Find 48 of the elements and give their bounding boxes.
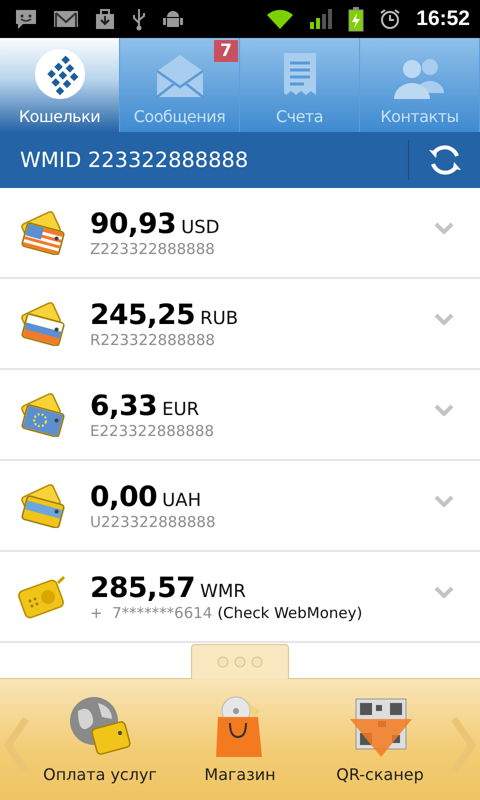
chevron-down-icon[interactable] bbox=[434, 222, 454, 234]
purse-number: R223322888888 bbox=[90, 331, 215, 349]
service-item[interactable]: QR-сканер bbox=[310, 694, 450, 785]
chevron-down-icon[interactable] bbox=[434, 494, 454, 506]
balance-amount: 90,93 bbox=[90, 207, 176, 240]
usb-icon bbox=[131, 7, 147, 31]
mail-icon bbox=[53, 9, 79, 29]
purse-number: Z223322888888 bbox=[90, 240, 215, 258]
alarm-icon bbox=[379, 8, 402, 30]
unread-count-badge: 7 bbox=[214, 40, 238, 62]
globe-logo-icon bbox=[32, 47, 86, 101]
chat-icon bbox=[14, 8, 38, 30]
wmid-label: WMID 223322888888 bbox=[19, 148, 248, 172]
purse-note: (Check WebMoney) bbox=[217, 604, 362, 622]
balance-amount: 285,57 bbox=[90, 571, 196, 604]
purse-row[interactable]: 245,25 RUB R223322888888 bbox=[0, 279, 480, 370]
chevron-down-icon[interactable] bbox=[434, 312, 454, 324]
purse-row[interactable]: 90,93 USD Z223322888888 bbox=[0, 188, 480, 279]
purse-row[interactable]: 6,33 EUR E223322888888 bbox=[0, 370, 480, 461]
currency-code: EUR bbox=[162, 399, 200, 420]
chevron-left-icon[interactable] bbox=[4, 716, 30, 772]
drawer-handle[interactable] bbox=[191, 644, 289, 679]
chevron-down-icon[interactable] bbox=[434, 404, 454, 416]
wifi-icon bbox=[266, 8, 294, 30]
tab[interactable]: Кошельки bbox=[0, 38, 120, 132]
currency-code: RUB bbox=[200, 308, 238, 329]
service-item[interactable]: Оплата услуг bbox=[30, 694, 170, 785]
tab[interactable]: Сообщения 7 bbox=[120, 38, 240, 132]
chevron-down-icon[interactable] bbox=[434, 586, 454, 598]
clock-time: 16:52 bbox=[416, 7, 470, 31]
purse-number: U223322888888 bbox=[90, 513, 216, 531]
purse-number: + 7*******6614 bbox=[90, 604, 212, 622]
signal-icon bbox=[309, 8, 334, 30]
battery-charging-icon bbox=[348, 6, 364, 32]
service-item[interactable]: Магазин bbox=[170, 694, 310, 785]
currency-code: USD bbox=[181, 217, 220, 238]
currency-code: UAH bbox=[162, 490, 202, 511]
currency-code: WMR bbox=[200, 581, 246, 602]
chevron-right-icon[interactable] bbox=[450, 716, 476, 772]
purse-row[interactable]: 0,00 UAH U223322888888 bbox=[0, 461, 480, 552]
android-icon bbox=[162, 8, 184, 30]
balance-amount: 0,00 bbox=[90, 480, 158, 513]
purse-row[interactable]: 285,57 WMR + 7*******6614 (Check WebMoney) bbox=[0, 552, 480, 643]
balance-amount: 6,33 bbox=[90, 389, 158, 422]
balance-amount: 245,25 bbox=[90, 298, 196, 331]
download-icon bbox=[94, 8, 116, 30]
purse-number: E223322888888 bbox=[90, 422, 214, 440]
page-dots-icon bbox=[217, 656, 263, 668]
